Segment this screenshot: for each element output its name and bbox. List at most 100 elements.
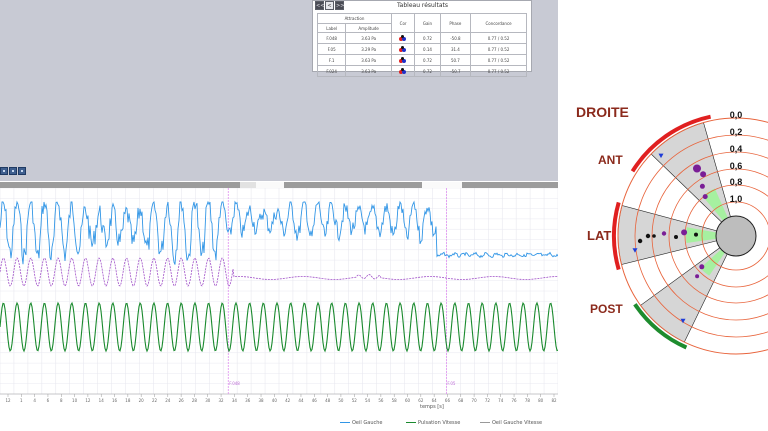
- row-amplitude: 3.63 Pa: [345, 32, 392, 44]
- polar-diagram-panel: 0,0 0,2 0,4 0,6 0,8 1,0 DROITE ANT LAT POST: [558, 0, 768, 431]
- legend-item[interactable]: Pulsation Vitesse: [406, 420, 460, 426]
- x-axis-ticks: 12 1 4 6 8 10 12 14 16 18 20 22 24 26 28 30 32 34 36 38 40 42…: [5, 394, 557, 403]
- x-tick-label: 82: [551, 398, 557, 403]
- legend-swatch: [340, 422, 350, 423]
- polar-point: [699, 264, 705, 270]
- segment-marker-label: F.048: [229, 381, 240, 386]
- polar-point: [693, 164, 701, 173]
- row-color-swatch: [390, 43, 416, 55]
- polar-point: [674, 235, 678, 239]
- row-amplitude: 3.63 Pa: [345, 65, 392, 77]
- plot-grid: [0, 188, 558, 395]
- row-label: F.024: [316, 65, 347, 77]
- last-page-button[interactable]: >>: [335, 1, 344, 10]
- polar-point: [681, 229, 688, 236]
- prev-page-button[interactable]: <: [325, 1, 334, 10]
- legend-item[interactable]: Oeil Gauche: [340, 420, 382, 426]
- x-tick-label: 44: [298, 398, 304, 403]
- row-amplitude: 3.29 Pa: [345, 43, 392, 55]
- x-tick-label: 72: [485, 398, 491, 403]
- x-tick-label: 22: [152, 398, 158, 403]
- x-tick-label: 50: [338, 398, 344, 403]
- row-concordance: 0.77 / 0.52: [470, 43, 527, 55]
- x-tick-label: 48: [325, 398, 331, 403]
- header-amplitude: Amplitude: [345, 23, 392, 33]
- x-tick-label: 52: [352, 398, 358, 403]
- header-label: Label: [316, 23, 347, 33]
- polar-point: [695, 274, 700, 279]
- analysis-panel: << < >> Tableau résultats Attraction Cor…: [0, 0, 558, 431]
- x-tick-label: 12: [85, 398, 91, 403]
- x-tick-label: 10: [72, 398, 78, 403]
- row-phase: 31.4: [439, 43, 472, 55]
- polar-ring-labels: 0,0 0,2 0,4 0,6 0,8 1,0: [730, 110, 743, 204]
- x-tick-label: 16: [112, 398, 118, 403]
- side-label-ant: ANT: [598, 153, 623, 167]
- x-tick-label: 8: [60, 398, 63, 403]
- pan-icon[interactable]: [9, 167, 17, 175]
- x-tick-label: 18: [125, 398, 131, 403]
- zoom-icon[interactable]: [0, 167, 8, 175]
- x-tick-label: 64: [432, 398, 438, 403]
- x-tick-label: 14: [99, 398, 105, 403]
- x-tick-label: 54: [365, 398, 371, 403]
- legend-swatch: [406, 422, 416, 423]
- row-color-swatch: [390, 32, 416, 44]
- x-tick-label: 76: [512, 398, 518, 403]
- first-page-button[interactable]: <<: [315, 1, 324, 10]
- row-concordance: 0.77 / 0.52: [470, 65, 527, 77]
- results-table: Attraction Cor Gain Phase Concordance La…: [316, 13, 527, 77]
- header-attraction: Attraction: [317, 13, 392, 24]
- x-tick-label: 34: [232, 398, 238, 403]
- side-label-lat: LAT: [587, 228, 612, 243]
- header-gain: Gain: [414, 13, 441, 33]
- x-tick-label: 4: [33, 398, 36, 403]
- x-tick-label: 70: [472, 398, 478, 403]
- polar-ring-label: 0,0: [730, 110, 743, 120]
- x-tick-label: 36: [245, 398, 251, 403]
- polar-center-hub: [715, 215, 757, 257]
- header-concordance: Concordance: [470, 13, 527, 33]
- row-color-swatch: [390, 65, 416, 77]
- signal-plot[interactable]: F.048 F.05 12 1 4 6 8 10 12 14 16 18 20 22 24 26 28 30 32…: [0, 188, 558, 406]
- side-label-post: POST: [590, 302, 623, 316]
- table-row[interactable]: F.1 3.63 Pa 0.72 50.7 0.77 / 0.52: [316, 54, 527, 66]
- polar-point: [702, 194, 708, 200]
- legend-label: Oeil Gauche Vitesse: [492, 420, 543, 426]
- x-tick-label: 26: [179, 398, 185, 403]
- results-table-panel: << < >> Tableau résultats Attraction Cor…: [312, 0, 532, 77]
- row-gain: 0.72: [414, 65, 441, 77]
- reset-view-icon[interactable]: [18, 167, 26, 175]
- x-tick-label: 56: [378, 398, 384, 403]
- row-gain: 0.72: [414, 54, 441, 66]
- color-dots-icon: [399, 35, 407, 41]
- legend-label: Pulsation Vitesse: [418, 420, 461, 426]
- table-row[interactable]: F.05 3.29 Pa 0.14 31.4 0.77 / 0.52: [316, 43, 527, 55]
- segment-marker-label: F.05: [447, 381, 455, 386]
- legend-label: Oeil Gauche: [352, 420, 383, 426]
- polar-diagram: 0,0 0,2 0,4 0,6 0,8 1,0: [611, 110, 768, 355]
- row-concordance: 0.77 / 0.52: [470, 32, 527, 44]
- x-tick-label: 68: [458, 398, 464, 403]
- x-axis-title: temps [s]: [420, 404, 444, 410]
- x-tick-label: 12: [5, 398, 11, 403]
- x-tick-label: 38: [258, 398, 264, 403]
- x-tick-label: 78: [525, 398, 531, 403]
- polar-point: [700, 171, 707, 178]
- x-tick-label: 6: [47, 398, 50, 403]
- x-tick-label: 60: [405, 398, 411, 403]
- x-tick-label: 30: [205, 398, 211, 403]
- results-title: Tableau résultats: [397, 2, 449, 9]
- x-tick-label: 24: [165, 398, 171, 403]
- table-row[interactable]: F.048 3.63 Pa 0.72 -50.8 0.77 / 0.52: [316, 32, 527, 44]
- polar-point: [694, 232, 698, 237]
- table-row[interactable]: F.024 3.63 Pa 0.72 -50.7 0.77 / 0.52: [316, 65, 527, 77]
- polar-point: [652, 234, 656, 238]
- legend-item[interactable]: Oeil Gauche Vitesse: [480, 420, 542, 426]
- x-tick-label: 20: [139, 398, 145, 403]
- header-phase: Phase: [439, 13, 472, 33]
- polar-point: [699, 183, 705, 189]
- app-window: << < >> Tableau résultats Attraction Cor…: [0, 0, 768, 431]
- polar-point: [637, 238, 643, 244]
- color-dots-icon: [399, 46, 407, 52]
